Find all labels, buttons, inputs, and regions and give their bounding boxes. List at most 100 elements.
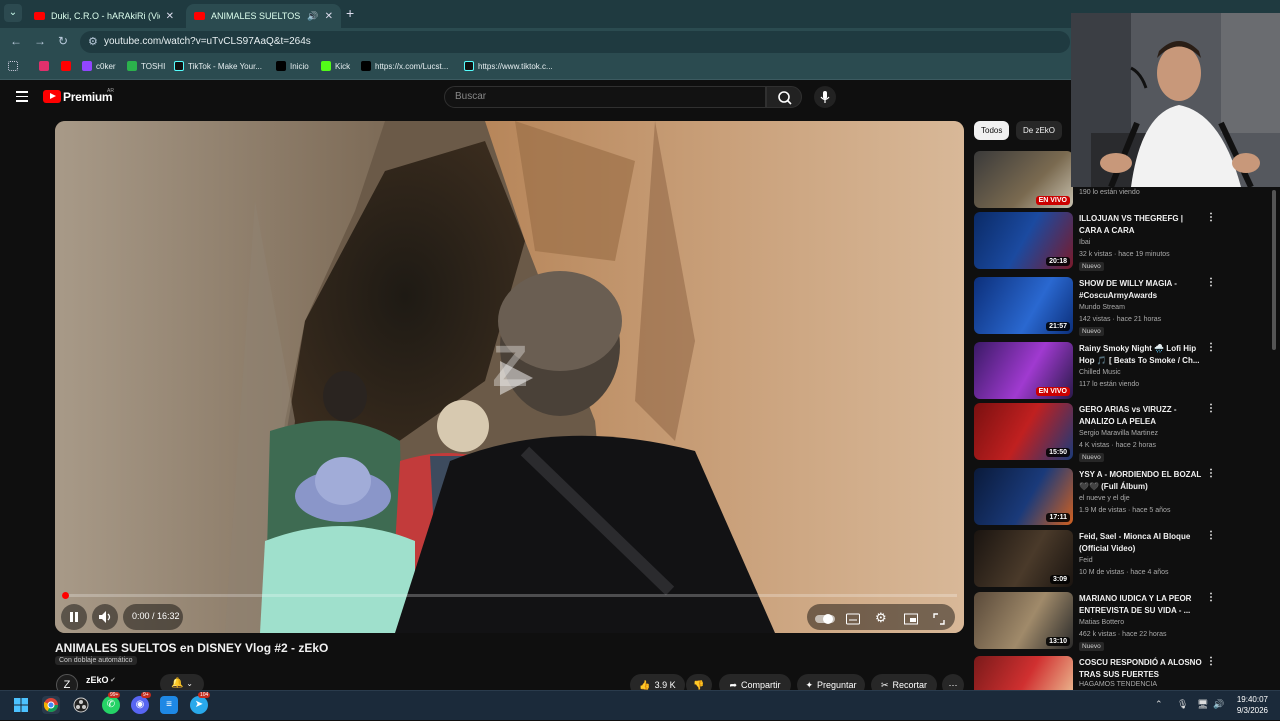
obs-icon[interactable] (72, 696, 90, 714)
autoplay-toggle-icon (815, 614, 835, 624)
video-thumbnail[interactable]: 3:09 (974, 530, 1073, 587)
pause-button[interactable] (61, 604, 87, 630)
whatsapp-icon[interactable]: ✆ (102, 696, 120, 714)
more-options-icon[interactable]: ⋮ (1206, 277, 1216, 288)
tab-title: ANIMALES SUELTOS en DIS (211, 11, 303, 21)
recommendation-item[interactable]: COSCU RESPONDIÓ A ALOSNO TRAS SUS FUERTE… (974, 656, 1224, 690)
x-icon (361, 61, 371, 71)
share-label: Compartir (741, 680, 781, 690)
video-thumbnail[interactable] (974, 656, 1073, 690)
search-button[interactable] (766, 86, 802, 108)
tray-chevron-up-icon[interactable]: ⌃ (1155, 699, 1163, 710)
browser-tab-duki[interactable]: Duki, C.R.O - hARAkiRi (Video O ✕ (26, 4, 182, 28)
search-placeholder: Buscar (455, 91, 487, 102)
autoplay-toggle[interactable] (815, 613, 835, 625)
apps-grid-icon[interactable] (8, 61, 18, 71)
duration-badge: 13:10 (1046, 637, 1070, 646)
back-arrow-icon[interactable]: ← (10, 34, 22, 48)
windows-start-icon[interactable] (12, 696, 30, 714)
bookmark-youtube[interactable] (61, 61, 71, 71)
more-options-icon[interactable]: ⋮ (1206, 530, 1216, 541)
recommendation-item[interactable]: EN VIVO Rainy Smoky Night 🌧️ Lofi Hip Ho… (974, 342, 1224, 402)
recommendation-item[interactable]: 3:09 Feid, Sael - Mionca Al Bloque (Offi… (974, 530, 1224, 590)
bookmark-toshi[interactable]: TOSHI (127, 61, 165, 71)
more-options-icon[interactable]: ⋮ (1206, 342, 1216, 353)
video-player[interactable]: Z 0:00 / 16:32 ⚙ (55, 121, 964, 633)
fullscreen-button[interactable] (933, 613, 945, 625)
video-title: GERO ARIAS vs VIRUZZ - ANALIZO LA PELEA (1079, 405, 1177, 426)
pause-icon (70, 612, 78, 622)
progress-bar[interactable] (62, 594, 957, 597)
recommendation-item[interactable]: 13:10 MARIANO IUDICA Y LA PEOR ENTREVIST… (974, 592, 1224, 652)
volume-button[interactable] (92, 604, 118, 630)
auto-dub-badge: Con doblaje automático (55, 656, 137, 665)
network-icon[interactable]: 🖥 (1197, 699, 1208, 710)
youtube-premium-logo[interactable]: Premium (63, 90, 113, 104)
sparkle-icon: ✦ (805, 679, 814, 690)
url-text[interactable]: youtube.com/watch?v=uTvCLS97AaQ&t=264s (104, 36, 311, 47)
bookmark-tiktok-url[interactable]: https://www.tiktok.c... (464, 61, 553, 71)
more-options-icon[interactable]: ⋮ (1206, 403, 1216, 414)
chip-todos[interactable]: Todos (974, 121, 1010, 140)
more-options-icon[interactable]: ⋮ (1206, 468, 1216, 479)
channel-name: HAGAMOS TENDENCIA (1079, 681, 1158, 688)
discord-icon[interactable]: ◉ (131, 696, 149, 714)
more-options-icon[interactable]: ⋮ (1206, 592, 1216, 603)
settings-gear-icon[interactable]: ⚙ (875, 610, 887, 626)
forward-arrow-icon[interactable]: → (34, 34, 46, 48)
video-thumbnail[interactable]: 17:11 (974, 468, 1073, 525)
channel-name[interactable]: zEkO (86, 675, 109, 685)
live-badge: EN VIVO (1035, 196, 1070, 205)
twitch-icon (82, 61, 92, 71)
video-thumbnail[interactable]: 15:50 (974, 403, 1073, 460)
bookmark-inicio[interactable]: Inicio (276, 61, 309, 71)
close-tab-icon[interactable]: ✕ (166, 11, 174, 22)
site-info-icon[interactable]: ⚙ (88, 35, 98, 48)
system-clock[interactable]: 19:40:07 9/3/2026 (1222, 694, 1268, 716)
youtube-favicon-icon (34, 12, 45, 20)
bookmark-c0ker[interactable]: c0ker (82, 61, 116, 71)
search-icon (778, 91, 792, 105)
close-tab-icon[interactable]: ✕ (325, 11, 333, 22)
channel-name: Sergio Maravilla Martinez (1079, 430, 1158, 437)
progress-scrubber[interactable] (61, 592, 69, 599)
more-options-icon[interactable]: ⋮ (1206, 212, 1216, 223)
chip-de-zeko[interactable]: De zEkO (1016, 121, 1063, 140)
voice-search-button[interactable] (814, 86, 836, 108)
recommendation-item[interactable]: 17:11 YSY A - MORDIENDO EL BOZAL 🖤🖤 (Ful… (974, 468, 1224, 528)
recommendation-item[interactable]: 20:18 ILLOJUAN VS THEGREFG | CARA A CARA… (974, 212, 1224, 272)
chrome-icon[interactable] (42, 696, 60, 714)
speaker-icon[interactable]: 🔊 (307, 11, 318, 22)
video-thumbnail[interactable]: 20:18 (974, 212, 1073, 269)
share-icon: ➦ (729, 679, 738, 690)
tab-search-button[interactable]: ⌄ (4, 4, 22, 22)
miniplayer-button[interactable] (904, 613, 918, 625)
whatsapp-badge: 99+ (108, 692, 121, 698)
video-title: YSY A - MORDIENDO EL BOZAL 🖤🖤 (Full Álbu… (1079, 470, 1202, 491)
telegram-icon[interactable]: ➤ (190, 696, 208, 714)
recommendation-item[interactable]: 15:50 GERO ARIAS vs VIRUZZ - ANALIZO LA … (974, 403, 1224, 463)
page-scrollbar[interactable] (1272, 190, 1276, 350)
bookmark-kick[interactable]: Kick (321, 61, 350, 71)
volume-icon (99, 611, 111, 623)
video-thumbnail[interactable]: 13:10 (974, 592, 1073, 649)
browser-tab-animales-sueltos[interactable]: ANIMALES SUELTOS en DIS 🔊 ✕ (186, 4, 341, 28)
subtitles-button[interactable] (846, 613, 860, 625)
bookmark-label: Kick (335, 61, 351, 71)
bookmark-tiktok[interactable]: TikTok - Make Your... (174, 61, 262, 71)
video-thumbnail[interactable]: 21:57 (974, 277, 1073, 334)
menu-icon[interactable] (16, 91, 28, 102)
youtube-logo-icon[interactable] (43, 90, 61, 103)
microphone-tray-icon[interactable]: 🎙 (1177, 699, 1188, 710)
reload-icon[interactable]: ↻ (58, 34, 68, 48)
video-thumbnail[interactable]: EN VIVO (974, 151, 1073, 208)
notepad-icon[interactable]: ≡ (160, 696, 178, 714)
new-tab-button[interactable]: + (346, 5, 354, 21)
more-options-icon[interactable]: ⋮ (1206, 656, 1216, 667)
recommendation-item[interactable]: 21:57 SHOW DE WILLY MAGIA - #CoscuArmyAw… (974, 277, 1224, 337)
video-thumbnail[interactable]: EN VIVO (974, 342, 1073, 399)
bookmark-x-lucst[interactable]: https://x.com/Lucst... (361, 61, 448, 71)
bookmark-instagram[interactable] (39, 61, 49, 71)
video-meta: 4 K vistas · hace 2 horas (1079, 442, 1157, 449)
search-input[interactable] (444, 86, 766, 108)
